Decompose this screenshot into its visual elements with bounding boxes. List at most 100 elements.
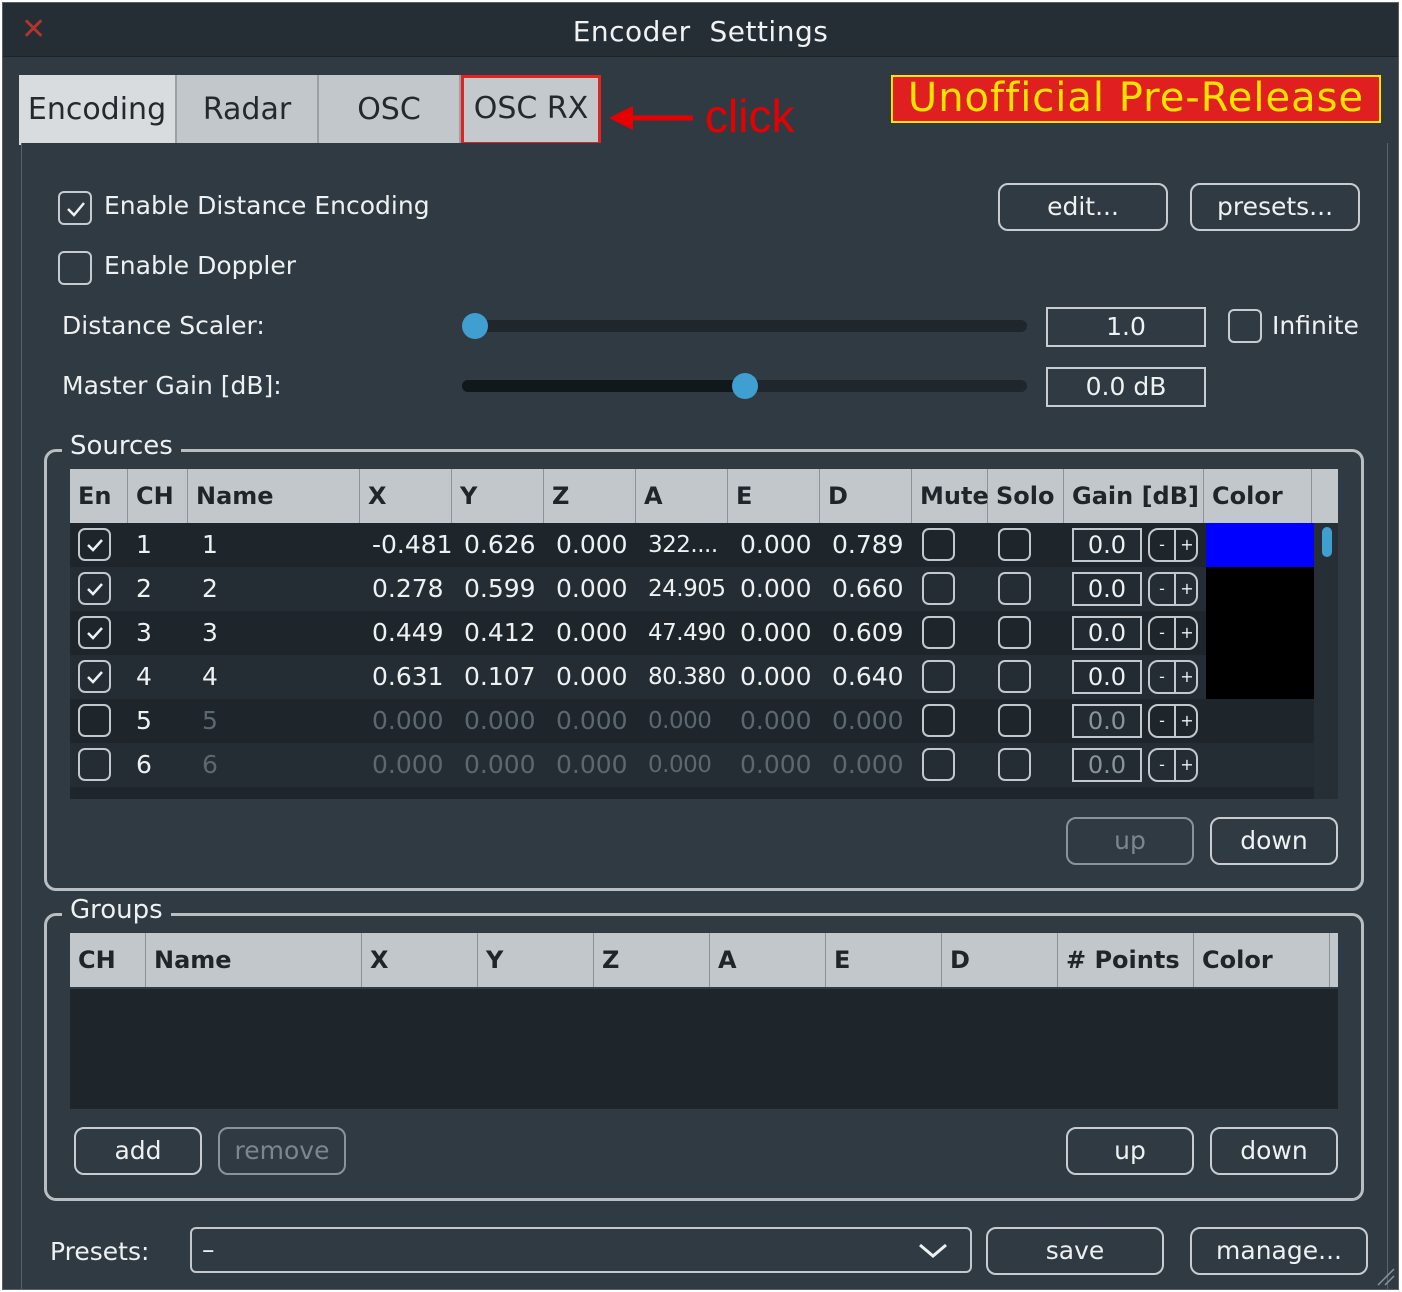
table-row[interactable]: 2 2 0.278 0.599 0.000 24.905 0.000 0.660 0.0- +	[70, 567, 1314, 611]
source-mute-checkbox[interactable]	[922, 528, 955, 561]
source-gain-stepper[interactable]: - +	[1148, 616, 1198, 650]
col-a[interactable]: A	[710, 933, 826, 987]
tab-radar[interactable]: Radar	[177, 75, 319, 145]
col-gain[interactable]: Gain [dB]	[1064, 469, 1204, 523]
source-a[interactable]: 47.490	[648, 611, 726, 655]
source-color-swatch[interactable]	[1206, 655, 1314, 699]
presets-save-button[interactable]: save	[986, 1227, 1164, 1275]
gain-minus-button[interactable]: -	[1150, 618, 1174, 648]
distance-scaler-knob[interactable]	[462, 313, 488, 339]
source-name[interactable]: 3	[202, 611, 218, 655]
source-gain-field[interactable]: 0.0	[1072, 704, 1142, 738]
source-x[interactable]: 0.631	[372, 655, 444, 699]
source-e[interactable]: 0.000	[740, 567, 812, 611]
gain-plus-button[interactable]: +	[1174, 706, 1198, 736]
source-gain-stepper[interactable]: - +	[1148, 572, 1198, 606]
source-gain-stepper[interactable]: - +	[1148, 660, 1198, 694]
source-gain-field[interactable]: 0.0	[1072, 748, 1142, 782]
distance-scaler-slider[interactable]	[462, 320, 1027, 332]
source-solo-checkbox[interactable]	[998, 704, 1031, 737]
source-enable-checkbox[interactable]	[78, 704, 111, 737]
source-y[interactable]: 0.599	[464, 567, 536, 611]
table-row[interactable]: 1 1 -0.481 0.626 0.000 322.... 0.000 0.789 0.0- +	[70, 523, 1314, 567]
col-points[interactable]: # Points	[1058, 933, 1194, 987]
distance-scaler-value[interactable]: 1.0	[1046, 307, 1206, 347]
source-y[interactable]: 0.000	[464, 699, 536, 743]
source-gain-field[interactable]: 0.0	[1072, 572, 1142, 606]
source-x[interactable]: 0.000	[372, 699, 444, 743]
col-a[interactable]: A	[636, 469, 728, 523]
source-solo-checkbox[interactable]	[998, 660, 1031, 693]
gain-minus-button[interactable]: -	[1150, 574, 1174, 604]
source-gain-stepper[interactable]: - +	[1148, 748, 1198, 782]
source-mute-checkbox[interactable]	[922, 748, 955, 781]
source-e[interactable]: 0.000	[740, 743, 812, 787]
gain-plus-button[interactable]: +	[1174, 530, 1198, 560]
groups-remove-button[interactable]: remove	[218, 1127, 346, 1175]
source-name[interactable]: 1	[202, 523, 218, 567]
col-e[interactable]: E	[728, 469, 820, 523]
gain-minus-button[interactable]: -	[1150, 706, 1174, 736]
col-en[interactable]: En	[70, 469, 128, 523]
source-e[interactable]: 0.000	[740, 655, 812, 699]
source-e[interactable]: 0.000	[740, 699, 812, 743]
source-color-swatch[interactable]	[1206, 611, 1314, 655]
scrollbar-thumb[interactable]	[1322, 527, 1332, 557]
source-color-swatch[interactable]	[1206, 523, 1314, 567]
master-gain-knob[interactable]	[731, 373, 758, 399]
source-mute-checkbox[interactable]	[922, 704, 955, 737]
infinite-checkbox[interactable]	[1228, 309, 1262, 343]
source-gain-field[interactable]: 0.0	[1072, 528, 1142, 562]
resize-grip-icon[interactable]	[1374, 1265, 1396, 1287]
col-y[interactable]: Y	[452, 469, 544, 523]
source-enable-checkbox[interactable]	[78, 748, 111, 781]
col-solo[interactable]: Solo	[988, 469, 1064, 523]
table-row[interactable]: 4 4 0.631 0.107 0.000 80.380 0.000 0.640 0.0- +	[70, 655, 1314, 699]
presets-select[interactable]: –	[190, 1227, 972, 1273]
source-d[interactable]: 0.000	[832, 699, 904, 743]
presets-button[interactable]: presets...	[1190, 183, 1360, 231]
source-gain-field[interactable]: 0.0	[1072, 616, 1142, 650]
source-x[interactable]: 0.000	[372, 743, 444, 787]
source-gain-field[interactable]: 0.0	[1072, 660, 1142, 694]
gain-plus-button[interactable]: +	[1174, 574, 1198, 604]
source-d[interactable]: 0.640	[832, 655, 904, 699]
source-y[interactable]: 0.000	[464, 743, 536, 787]
source-name[interactable]: 2	[202, 567, 218, 611]
source-gain-stepper[interactable]: - +	[1148, 704, 1198, 738]
col-d[interactable]: D	[820, 469, 912, 523]
source-z[interactable]: 0.000	[556, 523, 628, 567]
sources-scrollbar[interactable]	[1314, 523, 1338, 799]
table-row[interactable]: 5 5 0.000 0.000 0.000 0.000 0.000 0.000 0.0- +	[70, 699, 1314, 743]
col-d[interactable]: D	[942, 933, 1058, 987]
col-color[interactable]: Color	[1204, 469, 1312, 523]
gain-plus-button[interactable]: +	[1174, 618, 1198, 648]
sources-up-button[interactable]: up	[1066, 817, 1194, 865]
source-y[interactable]: 0.107	[464, 655, 536, 699]
source-a[interactable]: 322....	[648, 523, 718, 567]
source-enable-checkbox[interactable]	[78, 660, 111, 693]
source-a[interactable]: 80.380	[648, 655, 726, 699]
source-e[interactable]: 0.000	[740, 523, 812, 567]
source-color-swatch[interactable]	[1206, 699, 1314, 743]
source-e[interactable]: 0.000	[740, 611, 812, 655]
tab-osc-rx[interactable]: OSC RX	[461, 75, 601, 145]
source-solo-checkbox[interactable]	[998, 528, 1031, 561]
table-row[interactable]: 6 6 0.000 0.000 0.000 0.000 0.000 0.000 0.0- +	[70, 743, 1314, 787]
source-d[interactable]: 0.000	[832, 743, 904, 787]
col-name[interactable]: Name	[146, 933, 362, 987]
source-a[interactable]: 24.905	[648, 567, 726, 611]
source-y[interactable]: 0.626	[464, 523, 536, 567]
col-name[interactable]: Name	[188, 469, 360, 523]
col-color[interactable]: Color	[1194, 933, 1330, 987]
source-z[interactable]: 0.000	[556, 655, 628, 699]
source-y[interactable]: 0.412	[464, 611, 536, 655]
source-name[interactable]: 6	[202, 743, 218, 787]
col-x[interactable]: X	[362, 933, 478, 987]
source-solo-checkbox[interactable]	[998, 616, 1031, 649]
source-solo-checkbox[interactable]	[998, 572, 1031, 605]
source-color-swatch[interactable]	[1206, 567, 1314, 611]
source-d[interactable]: 0.660	[832, 567, 904, 611]
source-a[interactable]: 0.000	[648, 699, 712, 743]
source-d[interactable]: 0.789	[832, 523, 904, 567]
